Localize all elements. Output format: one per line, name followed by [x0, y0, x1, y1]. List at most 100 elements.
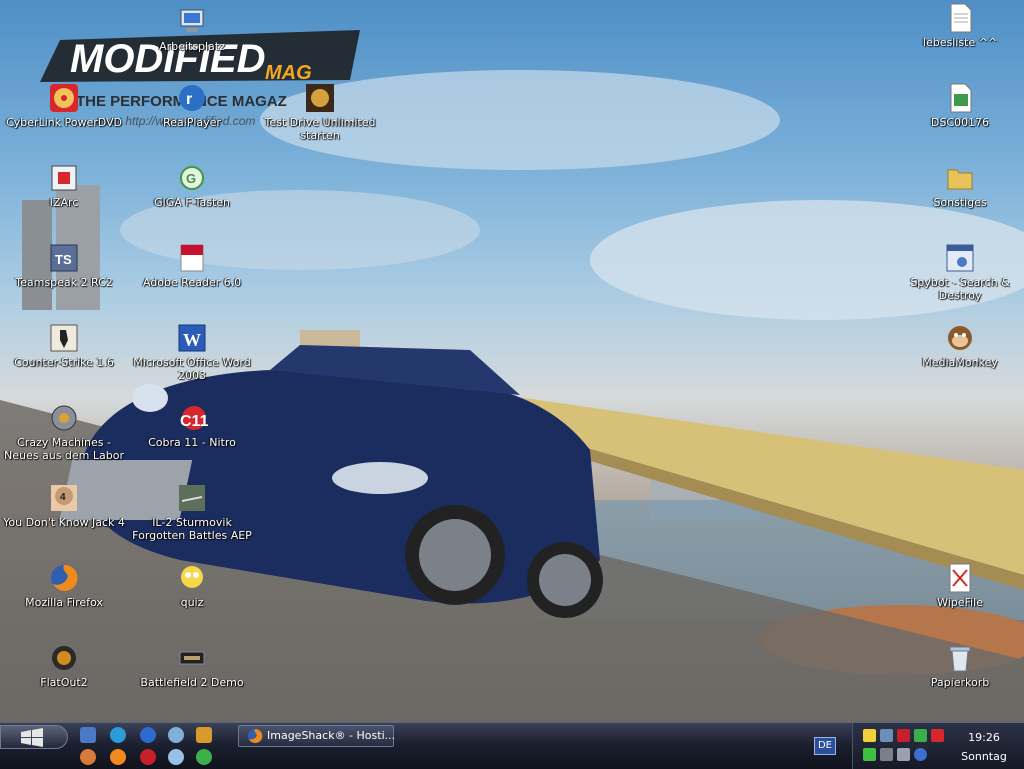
desktop-icon-label: Arbeitsplatz — [159, 40, 225, 53]
text-document-icon — [950, 3, 972, 33]
desktop-icon-flatout2[interactable]: FlatOut2 — [0, 642, 128, 689]
desktop-icon-mediamonkey[interactable]: MediaMonkey — [896, 322, 1024, 369]
display-icon[interactable] — [897, 748, 910, 761]
wipefile-icon — [949, 563, 971, 593]
svg-text:W: W — [183, 330, 201, 350]
giga-icon: G — [180, 166, 204, 190]
firefox-icon — [51, 564, 78, 591]
desktop-icon-adobe-reader[interactable]: Adobe Reader 6.0 — [128, 242, 256, 289]
powerdvd-icon — [50, 84, 78, 112]
desktop-icon-label: Adobe Reader 6.0 — [142, 276, 242, 289]
desktop-icon-label: Crazy Machines - Neues aus dem Labor — [4, 436, 124, 462]
desktop-icon-label: CyberLink PowerDVD — [5, 116, 122, 129]
desktop-icon-label: FlatOut2 — [40, 676, 88, 689]
desktop-icon-counter-strike[interactable]: Counter-Strike 1.6 — [0, 322, 128, 369]
desktop-icon-realplayer[interactable]: r RealPlayer — [128, 82, 256, 129]
taskbar: ImageShack® - Hosti... DE 19:26 Sonntag — [0, 722, 1024, 769]
computer-icon — [180, 9, 204, 32]
izarc-icon — [51, 165, 77, 191]
language-indicator[interactable]: DE — [814, 737, 836, 755]
start-button[interactable] — [0, 725, 68, 749]
folder-icon — [947, 169, 973, 190]
realplayer-icon: r — [179, 85, 205, 111]
desktop-icon-lebesliste[interactable]: lebesliste ^^ — [896, 2, 1024, 49]
security-shield-icon[interactable] — [863, 729, 876, 742]
desktop-icon-label: Spybot - Search & Destroy — [910, 276, 1010, 302]
desktop-icon-label: Teamspeak 2 RC2 — [15, 276, 113, 289]
svg-text:r: r — [186, 91, 192, 108]
svg-text:C11: C11 — [180, 413, 208, 430]
winamp-icon[interactable] — [168, 727, 184, 743]
desktop-icon-label: WipeFile — [937, 596, 983, 609]
desktop-icon-label: Cobra 11 - Nitro — [148, 436, 236, 449]
antivirus-icon[interactable] — [897, 729, 910, 742]
desktop-icon-label: RealPlayer — [163, 116, 221, 129]
desktop-icon-spybot[interactable]: Spybot - Search & Destroy — [896, 242, 1024, 302]
desktop-icon-sonstiges[interactable]: Sonstiges — [896, 162, 1024, 209]
desktop-icon-label: IZArc — [49, 196, 79, 209]
testdrive-icon — [306, 84, 334, 112]
desktop-icon-teamspeak[interactable]: TS Teamspeak 2 RC2 — [0, 242, 128, 289]
svg-text:4: 4 — [60, 492, 66, 503]
homer-icon — [181, 566, 203, 588]
wallpaper-logo-sub: MAG — [265, 62, 312, 84]
desktop-icon-papierkorb[interactable]: Papierkorb — [896, 642, 1024, 689]
desktop-icon-dsc00176[interactable]: DSC00176 — [896, 82, 1024, 129]
desktop-icon-label: IL-2 Sturmovik Forgotten Battles AEP — [132, 516, 252, 542]
il2-icon — [179, 485, 205, 511]
firefox-icon — [248, 728, 263, 743]
desktop-icon-crazy-machines[interactable]: Crazy Machines - Neues aus dem Labor — [0, 402, 128, 462]
desktop-icon-label: MediaMonkey — [922, 356, 998, 369]
alert-icon[interactable] — [931, 729, 944, 742]
messenger-icon[interactable] — [110, 727, 126, 743]
chat-icon[interactable] — [168, 749, 184, 765]
launcher-icon[interactable] — [196, 727, 212, 743]
desktop-icon-quiz[interactable]: quiz — [128, 562, 256, 609]
desktop-icon-battlefield2[interactable]: Battlefield 2 Demo — [128, 642, 256, 689]
desktop-icon-il2[interactable]: IL-2 Sturmovik Forgotten Battles AEP — [128, 482, 256, 542]
desktop-icon-giga[interactable]: G GIGA F-Tasten — [128, 162, 256, 209]
windows-logo-icon — [21, 728, 43, 747]
update-icon[interactable] — [914, 729, 927, 742]
desktop-icon-label: Battlefield 2 Demo — [140, 676, 244, 689]
mediamonkey-icon — [948, 326, 972, 350]
clock-day[interactable]: Sonntag — [949, 750, 1019, 763]
desktop-icon-label: DSC00176 — [930, 116, 990, 129]
show-desktop-icon[interactable] — [80, 727, 96, 743]
desktop-icon-wipefile[interactable]: WipeFile — [896, 562, 1024, 609]
desktop-icon-label: Papierkorb — [930, 676, 990, 689]
desktop-icon-testdrive[interactable]: Test Drive Unlimited starten — [256, 82, 384, 142]
globe-icon[interactable] — [196, 749, 212, 765]
desktop-icon-izarc[interactable]: IZArc — [0, 162, 128, 209]
desktop-icon-label: quiz — [180, 596, 204, 609]
desktop-icon-cobra11[interactable]: C11 Cobra 11 - Nitro — [128, 402, 256, 449]
desktop-icon-firefox[interactable]: Mozilla Firefox — [0, 562, 128, 609]
desktop-icon-label: Counter-Strike 1.6 — [14, 356, 114, 369]
volume-icon[interactable] — [880, 748, 893, 761]
desktop-icon-label: Microsoft Office Word 2003 — [133, 356, 251, 382]
desktop-icon-arbeitsplatz[interactable]: Arbeitsplatz — [128, 6, 256, 53]
firefox-icon[interactable] — [110, 749, 126, 765]
bluetooth-icon[interactable] — [914, 748, 927, 761]
opera-icon[interactable] — [140, 749, 156, 765]
desktop-icon-ydkj[interactable]: 4 You Don't Know Jack 4 — [0, 482, 128, 529]
desktop: MODIFIED MAG THE PERFORMANCE MAGAZ us at… — [0, 0, 1024, 722]
word-icon: W — [178, 324, 206, 352]
ydkj-icon: 4 — [51, 485, 77, 511]
spybot-icon — [946, 244, 974, 272]
network-icon[interactable] — [880, 729, 893, 742]
signal-icon[interactable] — [863, 748, 876, 761]
desktop-icon-word[interactable]: W Microsoft Office Word 2003 — [128, 322, 256, 382]
image-file-icon — [950, 83, 972, 113]
taskbar-window-button[interactable]: ImageShack® - Hosti... — [238, 725, 395, 747]
svg-text:G: G — [186, 171, 196, 186]
games-icon[interactable] — [80, 749, 96, 765]
battlefield-icon — [179, 651, 205, 665]
counter-strike-icon — [50, 324, 78, 352]
desktop-icon-label: You Don't Know Jack 4 — [3, 516, 125, 529]
ie-icon[interactable] — [140, 727, 156, 743]
clock-time[interactable]: 19:26 — [949, 731, 1019, 744]
teamspeak-icon: TS — [50, 244, 78, 272]
crazy-machines-icon — [51, 405, 77, 431]
desktop-icon-powerdvd[interactable]: CyberLink PowerDVD — [0, 82, 128, 129]
